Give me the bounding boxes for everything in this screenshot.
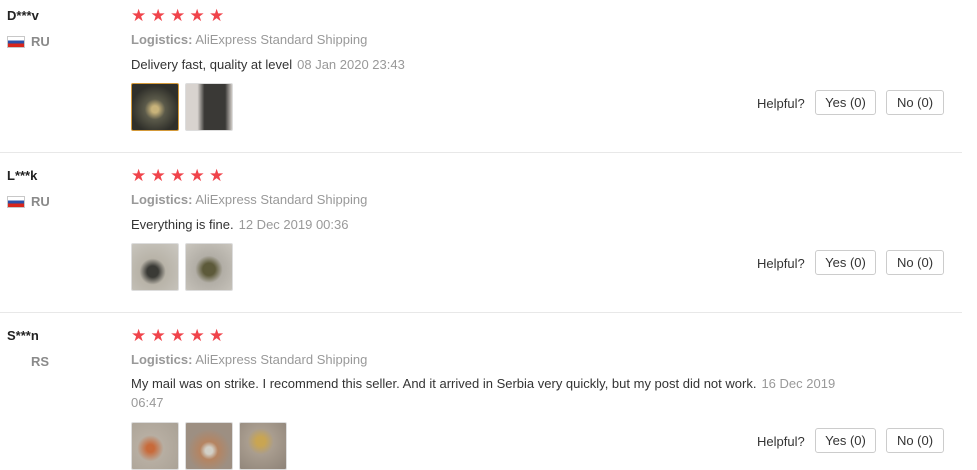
logistics-value: AliExpress Standard Shipping bbox=[195, 32, 368, 47]
review-photos bbox=[131, 83, 233, 131]
star-icon: ★ bbox=[131, 6, 147, 25]
review-divider bbox=[0, 312, 962, 313]
review-text: My mail was on strike. I recommend this … bbox=[131, 374, 851, 412]
review-photo-thumbnail[interactable] bbox=[239, 422, 287, 470]
logistics-value: AliExpress Standard Shipping bbox=[195, 352, 368, 367]
star-rating: ★ ★ ★ ★ ★ bbox=[131, 166, 229, 185]
country-code: RU bbox=[31, 34, 50, 49]
star-icon: ★ bbox=[209, 326, 225, 345]
helpful-no-button[interactable]: No (0) bbox=[886, 90, 944, 115]
star-icon: ★ bbox=[170, 166, 186, 185]
review-body: My mail was on strike. I recommend this … bbox=[131, 376, 757, 391]
star-icon: ★ bbox=[170, 326, 186, 345]
review-photo-thumbnail[interactable] bbox=[185, 83, 233, 131]
star-icon: ★ bbox=[189, 326, 205, 345]
review-item: L***k RU ★ ★ ★ ★ ★ Logistics: AliExpress… bbox=[0, 160, 977, 313]
reviewer-country: RS bbox=[31, 354, 49, 369]
review-photos bbox=[131, 422, 287, 470]
review-body: Delivery fast, quality at level bbox=[131, 57, 293, 72]
star-icon: ★ bbox=[150, 166, 166, 185]
review-photo-thumbnail[interactable] bbox=[185, 243, 233, 291]
logistics-label: Logistics: bbox=[131, 352, 193, 367]
russia-flag-icon bbox=[7, 195, 25, 208]
star-icon: ★ bbox=[189, 6, 205, 25]
review-divider bbox=[0, 152, 962, 153]
review-photo-thumbnail[interactable] bbox=[131, 83, 179, 131]
helpful-no-button[interactable]: No (0) bbox=[886, 250, 944, 275]
helpful-label: Helpful? bbox=[757, 434, 805, 449]
star-icon: ★ bbox=[150, 6, 166, 25]
helpful-yes-button[interactable]: Yes (0) bbox=[815, 428, 876, 453]
helpful-yes-button[interactable]: Yes (0) bbox=[815, 90, 876, 115]
review-body: Everything is fine. bbox=[131, 217, 234, 232]
logistics-value: AliExpress Standard Shipping bbox=[195, 192, 368, 207]
helpful-label: Helpful? bbox=[757, 96, 805, 111]
reviewer-name: L***k bbox=[7, 168, 38, 183]
logistics-info: Logistics: AliExpress Standard Shipping bbox=[131, 32, 367, 47]
star-icon: ★ bbox=[131, 326, 147, 345]
star-icon: ★ bbox=[189, 166, 205, 185]
logistics-label: Logistics: bbox=[131, 32, 193, 47]
helpful-label: Helpful? bbox=[757, 256, 805, 271]
review-item: D***v RU ★ ★ ★ ★ ★ Logistics: AliExpress… bbox=[0, 0, 977, 153]
star-rating: ★ ★ ★ ★ ★ bbox=[131, 6, 229, 25]
reviewer-country: RU bbox=[7, 194, 50, 209]
russia-flag-icon bbox=[7, 35, 25, 48]
review-photo-thumbnail[interactable] bbox=[131, 243, 179, 291]
logistics-label: Logistics: bbox=[131, 192, 193, 207]
reviewer-name: D***v bbox=[7, 8, 39, 23]
review-text: Delivery fast, quality at level 08 Jan 20… bbox=[131, 55, 851, 74]
review-item: S***n RS ★ ★ ★ ★ ★ Logistics: AliExpress… bbox=[0, 320, 977, 470]
star-icon: ★ bbox=[209, 6, 225, 25]
review-photos bbox=[131, 243, 233, 291]
reviewer-country: RU bbox=[7, 34, 50, 49]
star-icon: ★ bbox=[150, 326, 166, 345]
star-icon: ★ bbox=[209, 166, 225, 185]
country-code: RS bbox=[31, 354, 50, 369]
review-photo-thumbnail[interactable] bbox=[185, 422, 233, 470]
review-photo-thumbnail[interactable] bbox=[131, 422, 179, 470]
star-rating: ★ ★ ★ ★ ★ bbox=[131, 326, 229, 345]
logistics-info: Logistics: AliExpress Standard Shipping bbox=[131, 352, 367, 367]
helpful-no-button[interactable]: No (0) bbox=[886, 428, 944, 453]
review-text: Everything is fine. 12 Dec 2019 00:36 bbox=[131, 215, 851, 234]
star-icon: ★ bbox=[131, 166, 147, 185]
country-code: RU bbox=[31, 194, 50, 209]
review-date: 12 Dec 2019 00:36 bbox=[238, 217, 349, 232]
review-date: 08 Jan 2020 23:43 bbox=[297, 57, 405, 72]
logistics-info: Logistics: AliExpress Standard Shipping bbox=[131, 192, 367, 207]
star-icon: ★ bbox=[170, 6, 186, 25]
reviewer-name: S***n bbox=[7, 328, 39, 343]
helpful-yes-button[interactable]: Yes (0) bbox=[815, 250, 876, 275]
